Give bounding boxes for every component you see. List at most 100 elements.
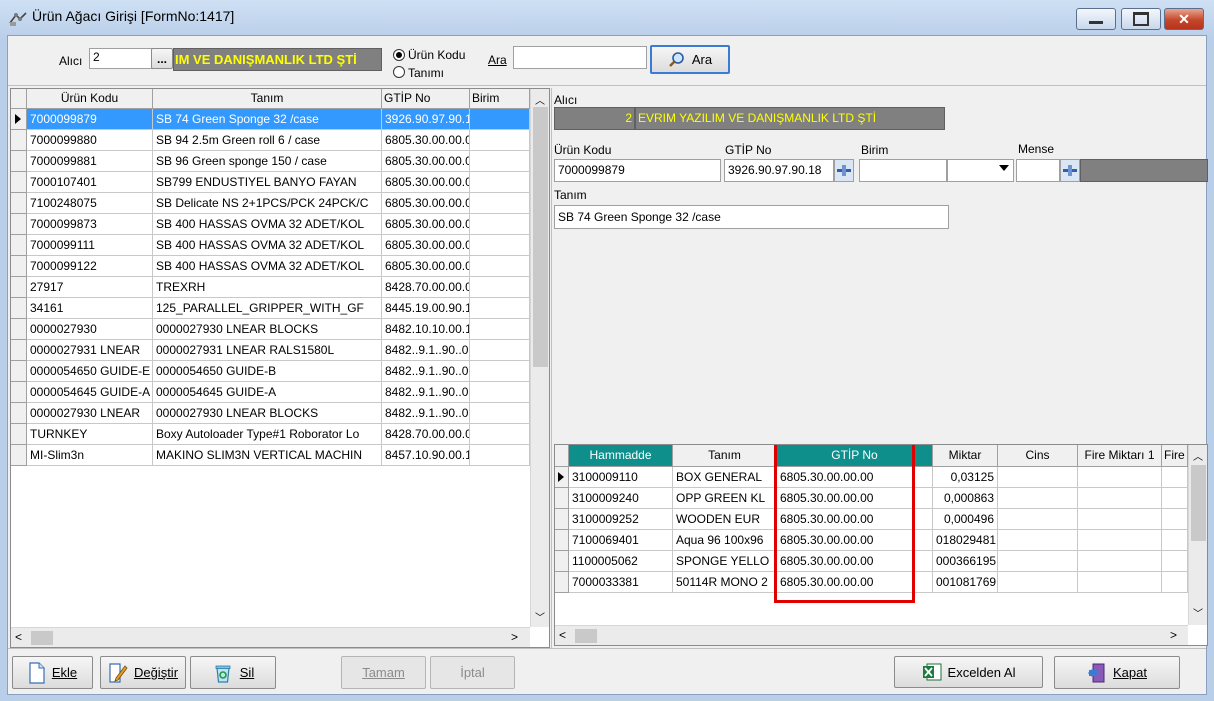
table-cell[interactable]: 6805.30.00.00.0	[382, 130, 470, 151]
table-cell[interactable]: 7000099880	[27, 130, 153, 151]
col-header-tanim-right[interactable]: Tanım	[673, 445, 777, 467]
table-cell[interactable]: 8428.70.00.00.0	[382, 424, 470, 445]
table-cell[interactable]	[998, 509, 1078, 530]
tanim-input[interactable]: SB 74 Green Sponge 32 /case	[554, 205, 949, 229]
scroll-down-icon[interactable]: ﹀	[535, 609, 545, 624]
table-cell[interactable]	[1078, 572, 1162, 593]
radio-tanimi[interactable]	[393, 66, 405, 78]
iptal-button[interactable]: İptal	[430, 656, 515, 689]
hscroll-thumb[interactable]	[575, 629, 597, 643]
col-header-fire[interactable]: Fire	[1162, 445, 1188, 467]
hscroll-thumb[interactable]	[31, 631, 53, 645]
table-cell[interactable]: 7000099111	[27, 235, 153, 256]
table-cell[interactable]: 8482.10.10.00.1	[382, 319, 470, 340]
table-cell[interactable]: 3100009110	[569, 467, 673, 488]
table-cell[interactable]: SB 400 HASSAS OVMA 32 ADET/KOL	[153, 214, 382, 235]
table-cell[interactable]: Aqua 96 100x96	[673, 530, 777, 551]
table-cell[interactable]: 0,000863	[933, 488, 998, 509]
table-cell[interactable]	[470, 403, 530, 424]
table-cell[interactable]: 0000027931 LNEAR RALS1580L	[153, 340, 382, 361]
table-cell[interactable]: MI-Slim3n	[27, 445, 153, 466]
table-cell[interactable]	[1162, 551, 1188, 572]
row-indicator[interactable]	[555, 509, 569, 530]
tamam-button[interactable]: Tamam	[341, 656, 426, 689]
ekle-button[interactable]: Ekle	[12, 656, 93, 689]
table-cell[interactable]: SB 400 HASSAS OVMA 32 ADET/KOL	[153, 256, 382, 277]
sil-button[interactable]: Sil	[190, 656, 276, 689]
table-cell[interactable]	[1078, 551, 1162, 572]
table-cell[interactable]: 34161	[27, 298, 153, 319]
row-indicator[interactable]	[11, 109, 27, 130]
table-cell[interactable]	[998, 488, 1078, 509]
vscroll-thumb[interactable]	[533, 107, 548, 367]
row-indicator[interactable]	[555, 551, 569, 572]
row-indicator[interactable]	[11, 277, 27, 298]
table-cell[interactable]: 0000054650 GUIDE-E	[27, 361, 153, 382]
row-indicator[interactable]	[11, 130, 27, 151]
table-cell[interactable]: 001081769	[933, 572, 998, 593]
row-indicator[interactable]	[11, 319, 27, 340]
table-cell[interactable]: 7000099881	[27, 151, 153, 172]
table-cell[interactable]	[1162, 467, 1188, 488]
table-cell[interactable]	[470, 130, 530, 151]
table-cell[interactable]: OPP GREEN KL	[673, 488, 777, 509]
table-cell[interactable]: 0000027930 LNEAR	[27, 403, 153, 424]
row-indicator[interactable]	[11, 424, 27, 445]
table-cell[interactable]: 000366195	[933, 551, 998, 572]
table-cell[interactable]	[1078, 509, 1162, 530]
scroll-up-icon[interactable]: ︿	[1193, 448, 1203, 463]
table-cell[interactable]: BOX GENERAL	[673, 467, 777, 488]
col-header-miktar[interactable]: Miktar	[933, 445, 998, 467]
table-cell[interactable]: 0,000496	[933, 509, 998, 530]
table-cell[interactable]: 0000054645 GUIDE-A	[153, 382, 382, 403]
table-cell[interactable]: 6805.30.00.00.0	[382, 172, 470, 193]
scroll-up-icon[interactable]: ︿	[535, 92, 545, 107]
row-indicator[interactable]	[555, 530, 569, 551]
table-cell[interactable]: 8457.10.90.00.1	[382, 445, 470, 466]
table-cell[interactable]	[470, 340, 530, 361]
table-cell[interactable]	[1162, 530, 1188, 551]
vscroll-thumb[interactable]	[1191, 465, 1206, 541]
row-indicator[interactable]	[555, 572, 569, 593]
table-cell[interactable]	[470, 235, 530, 256]
mense-lookup-button[interactable]	[1060, 159, 1080, 182]
minimize-button[interactable]	[1076, 8, 1116, 30]
table-cell[interactable]: SB 400 HASSAS OVMA 32 ADET/KOL	[153, 235, 382, 256]
table-cell[interactable]	[1078, 488, 1162, 509]
table-cell[interactable]: 6805.30.00.00.0	[382, 193, 470, 214]
table-cell[interactable]: SB 94 2.5m Green roll 6 / case	[153, 130, 382, 151]
degistir-button[interactable]: Değiştir	[100, 656, 186, 689]
material-grid-hscroll[interactable]: < >	[555, 625, 1188, 645]
row-indicator[interactable]	[11, 235, 27, 256]
table-cell[interactable]: 3100009240	[569, 488, 673, 509]
table-cell[interactable]: 6805.30.00.00.0	[382, 235, 470, 256]
table-cell[interactable]: 018029481	[933, 530, 998, 551]
col-header-fire-miktari-1[interactable]: Fire Miktarı 1	[1078, 445, 1162, 467]
row-indicator[interactable]	[11, 193, 27, 214]
col-header-birim[interactable]: Birim	[470, 89, 530, 109]
table-cell[interactable]: SB 74 Green Sponge 32 /case	[153, 109, 382, 130]
table-cell[interactable]: 7100069401	[569, 530, 673, 551]
row-indicator[interactable]	[11, 403, 27, 424]
row-indicator[interactable]	[11, 361, 27, 382]
table-cell[interactable]: SB 96 Green sponge 150 / case	[153, 151, 382, 172]
scroll-left-icon[interactable]: <	[559, 628, 566, 642]
table-cell[interactable]	[1078, 467, 1162, 488]
search-input[interactable]	[513, 46, 647, 69]
table-cell[interactable]	[1162, 572, 1188, 593]
table-cell[interactable]: 125_PARALLEL_GRIPPER_WITH_GF	[153, 298, 382, 319]
table-cell[interactable]: 1100005062	[569, 551, 673, 572]
product-grid-hscroll[interactable]: < >	[11, 627, 530, 647]
table-cell[interactable]	[470, 319, 530, 340]
radio-urun-kodu[interactable]	[393, 49, 405, 61]
product-grid-vscroll[interactable]: ︿ ﹀	[530, 89, 549, 627]
table-cell[interactable]: 6805.30.00.00.0	[382, 214, 470, 235]
mense-input[interactable]	[1016, 159, 1060, 182]
table-cell[interactable]: 7000099879	[27, 109, 153, 130]
maximize-button[interactable]	[1121, 8, 1161, 30]
table-cell[interactable]: 6805.30.00.00.0	[382, 151, 470, 172]
table-cell[interactable]: 7000033381	[569, 572, 673, 593]
alici-code-input[interactable]: 2	[89, 48, 153, 69]
row-indicator[interactable]	[11, 445, 27, 466]
table-cell[interactable]: WOODEN EUR	[673, 509, 777, 530]
